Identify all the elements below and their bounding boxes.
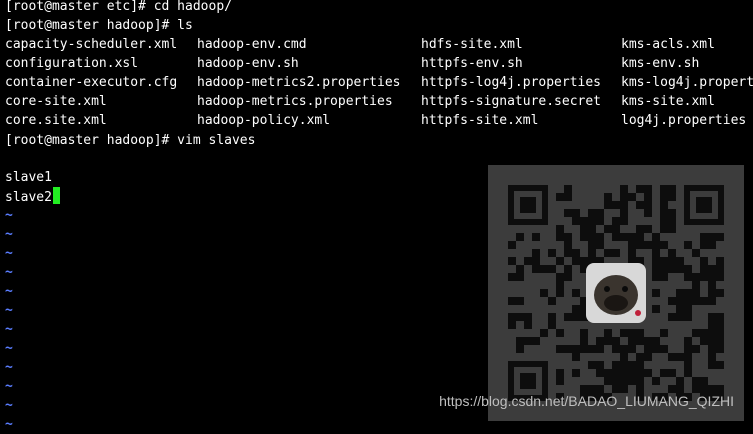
vim-tilde-line: ~: [5, 398, 13, 413]
ls-file: hadoop-metrics.properties: [197, 94, 393, 109]
pug-dog-avatar-icon: [586, 263, 646, 323]
vim-tilde-line: ~: [5, 417, 13, 432]
blog-watermark: https://blog.csdn.net/BADAO_LIUMANG_QIZH…: [439, 393, 734, 409]
prompt-line-cd: [root@master etc]# cd hadoop/: [5, 0, 232, 14]
qr-finder-top-right: [684, 185, 724, 225]
ls-file: log4j.properties: [621, 113, 747, 128]
qr-finder-top-left: [508, 185, 548, 225]
vim-tilde-line: ~: [5, 303, 13, 318]
text-cursor: [52, 187, 60, 204]
vim-buffer-line-1: slave1: [5, 170, 52, 185]
ls-file: kms-site.xml: [621, 94, 715, 109]
qr-code-overlay: https://blog.csdn.net/BADAO_LIUMANG_QIZH…: [439, 165, 744, 421]
ls-output-row: container-executor.cfg hadoop-metrics2.p…: [0, 73, 753, 92]
vim-tilde-line: ~: [5, 246, 13, 261]
ls-file: hadoop-metrics2.properties: [197, 75, 401, 90]
ls-file: kms-acls.xml: [621, 37, 715, 52]
prompt-line-ls: [root@master hadoop]# ls: [5, 18, 193, 33]
ls-file: kms-log4j.propert: [621, 75, 753, 90]
vim-tilde-line: ~: [5, 379, 13, 394]
ls-file: hdfs-site.xml: [421, 37, 523, 52]
vim-tilde-line: ~: [5, 341, 13, 356]
vim-tilde-line: ~: [5, 265, 13, 280]
ls-file: core.site.xml: [5, 113, 107, 128]
ls-file: httpfs-signature.secret: [421, 94, 602, 109]
ls-output-row: configuration.xsl hadoop-env.sh httpfs-e…: [0, 54, 753, 73]
prompt-line-vim: [root@master hadoop]# vim slaves: [5, 133, 256, 148]
ls-file: container-executor.cfg: [5, 75, 178, 90]
ls-file: hadoop-env.cmd: [197, 37, 307, 52]
vim-tilde-line: ~: [5, 322, 13, 337]
vim-tilde-line: ~: [5, 284, 13, 299]
ls-file: kms-env.sh: [621, 56, 700, 71]
ls-file: configuration.xsl: [5, 56, 139, 71]
ls-output-row: core-site.xml hadoop-metrics.properties …: [0, 92, 753, 111]
ls-output-row: core.site.xml hadoop-policy.xml httpfs-s…: [0, 111, 753, 130]
vim-buffer-line-2-text: slave2: [5, 190, 52, 205]
ls-file: capacity-scheduler.xml: [5, 37, 178, 52]
ls-file: hadoop-env.sh: [197, 56, 299, 71]
ls-file: core-site.xml: [5, 94, 107, 109]
ls-file: httpfs-log4j.properties: [421, 75, 602, 90]
vim-tilde-line: ~: [5, 360, 13, 375]
ls-file: httpfs-site.xml: [421, 113, 539, 128]
ls-output-row: capacity-scheduler.xml hadoop-env.cmd hd…: [0, 35, 753, 54]
vim-tilde-line: ~: [5, 208, 13, 223]
qr-code-icon: [506, 183, 726, 403]
ls-file: hadoop-policy.xml: [197, 113, 331, 128]
ls-file: httpfs-env.sh: [421, 56, 523, 71]
vim-tilde-line: ~: [5, 227, 13, 242]
vim-buffer-line-2[interactable]: slave2: [5, 187, 60, 206]
